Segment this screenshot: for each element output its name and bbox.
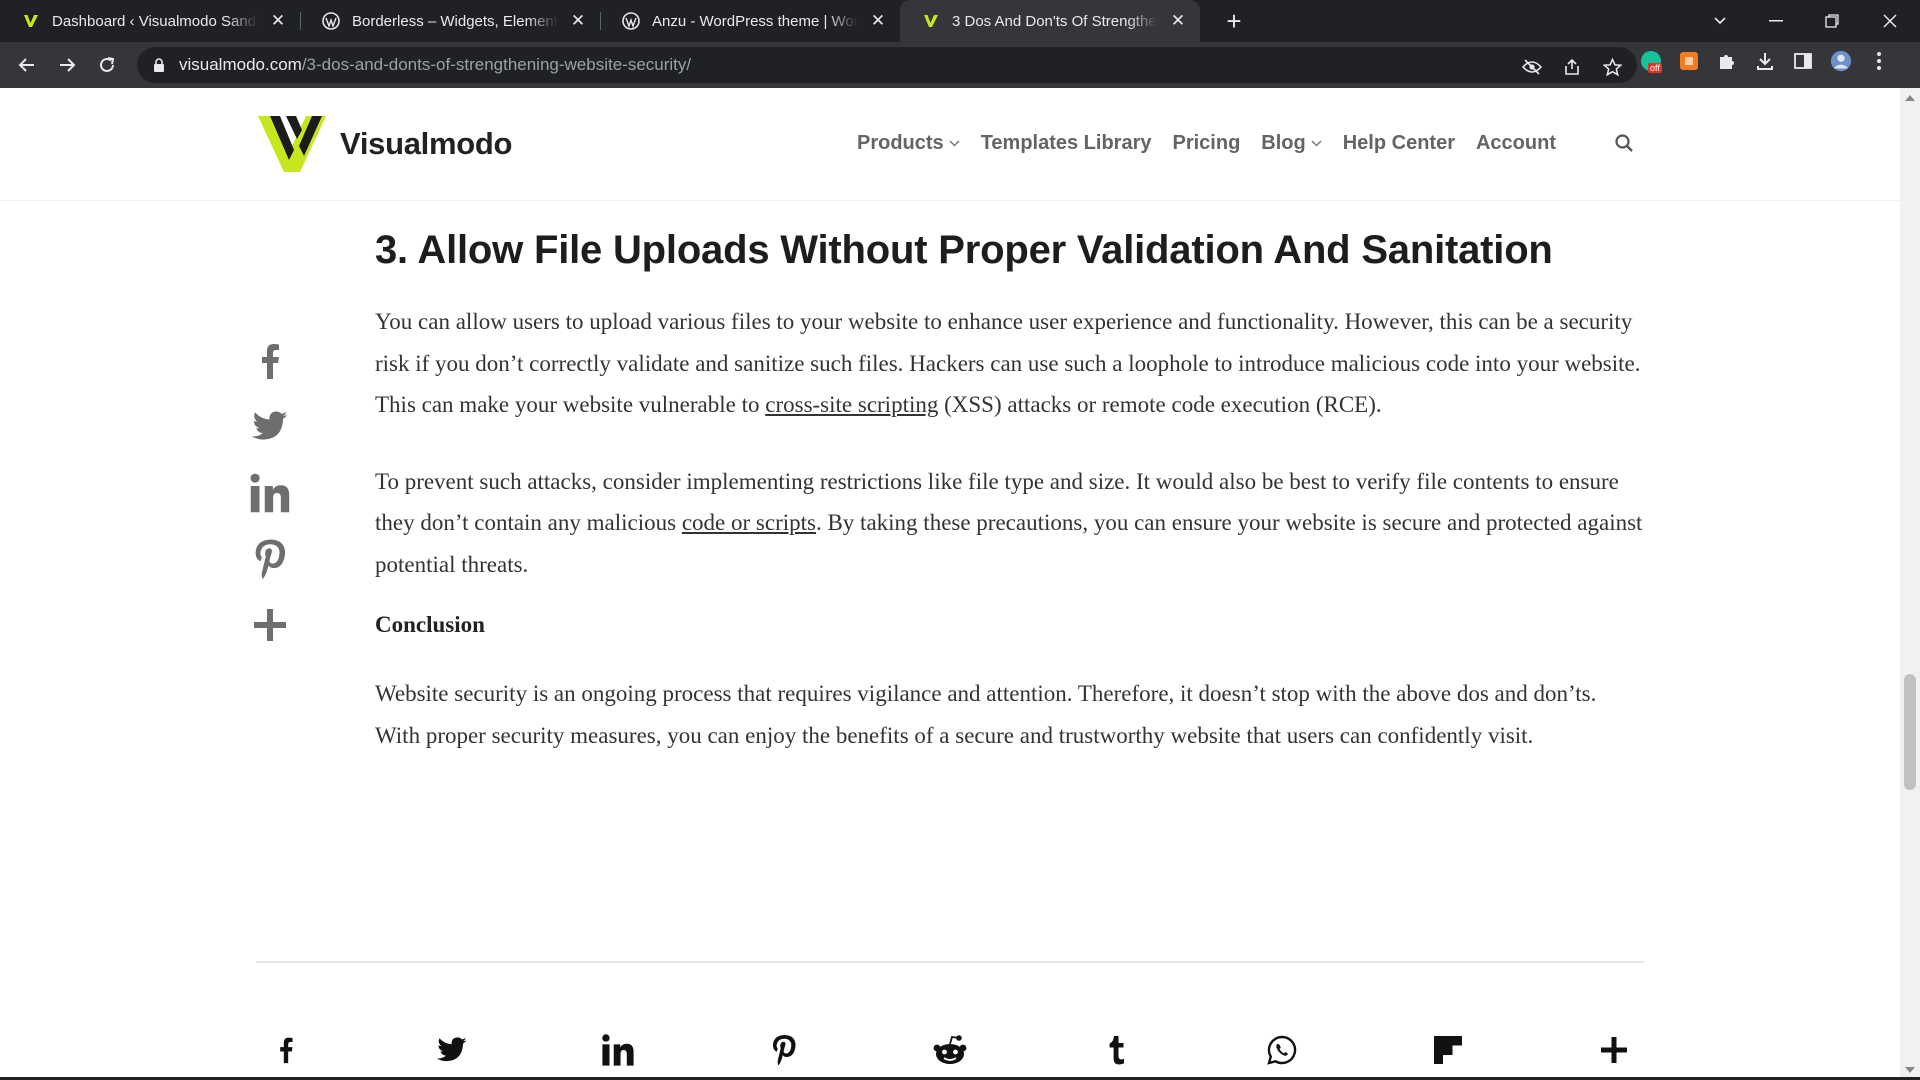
twitter-icon[interactable] [248, 394, 292, 460]
tab-title: Borderless – Widgets, Elements, Template… [352, 12, 558, 30]
new-tab-button[interactable]: + [1219, 6, 1249, 36]
visualmodo-logo-icon [258, 116, 326, 172]
chevron-down-icon [1311, 140, 1322, 147]
scroll-down-arrow[interactable] [1905, 1067, 1915, 1073]
paragraph-conclusion: Website security is an ongoing process t… [375, 681, 1597, 748]
browser-tab-strip: Dashboard ‹ Visualmodo Sandbox ✕ Borderl… [0, 0, 1920, 42]
share-sidebar [248, 328, 292, 658]
nav-blog[interactable]: Blog [1261, 132, 1322, 155]
plus-icon[interactable] [248, 592, 292, 658]
extension-badge: off [1648, 63, 1662, 73]
close-tab-icon[interactable]: ✕ [568, 11, 588, 31]
close-tab-icon[interactable]: ✕ [1168, 11, 1188, 31]
facebook-icon[interactable] [256, 1028, 316, 1072]
close-tab-icon[interactable]: ✕ [268, 11, 288, 31]
scroll-up-arrow[interactable] [1905, 95, 1915, 101]
url-host: visualmodo.com [179, 55, 302, 74]
extensions-area: off [1640, 50, 1890, 73]
pinterest-icon[interactable] [754, 1028, 814, 1072]
extensions-puzzle-icon[interactable] [1716, 50, 1738, 72]
content-divider [256, 961, 1644, 963]
profile-avatar-icon[interactable] [1830, 50, 1852, 72]
link-cross-site-scripting[interactable]: cross-site scripting [765, 392, 938, 417]
minimize-icon[interactable] [1756, 0, 1796, 42]
pinterest-icon[interactable] [248, 526, 292, 592]
side-panel-icon[interactable] [1792, 50, 1814, 72]
conclusion-heading: Conclusion [375, 612, 485, 637]
forward-icon[interactable] [52, 50, 82, 80]
plus-icon[interactable] [1584, 1028, 1644, 1072]
nav-account[interactable]: Account [1476, 132, 1556, 155]
main-navigation: Products Templates Library Pricing Blog … [857, 132, 1556, 155]
lock-icon[interactable] [153, 58, 165, 72]
linkedin-icon[interactable] [248, 460, 292, 526]
download-icon[interactable] [1754, 50, 1776, 72]
address-bar[interactable]: visualmodo.com /3-dos-and-donts-of-stren… [137, 47, 1637, 83]
share-bar-bottom [256, 1028, 1644, 1072]
paragraph-uploads: You can allow users to upload various fi… [375, 301, 1645, 426]
visualmodo-icon [22, 12, 40, 30]
site-logo[interactable]: Visualmodo [256, 112, 512, 176]
search-icon[interactable] [1614, 133, 1634, 158]
eye-off-icon[interactable] [1521, 56, 1543, 78]
facebook-icon[interactable] [248, 328, 292, 394]
browser-tab-2[interactable]: Borderless – Widgets, Elements, Template… [300, 0, 600, 42]
orange-extension-icon[interactable] [1678, 50, 1700, 72]
nav-label: Blog [1261, 132, 1306, 154]
whatsapp-icon[interactable] [1252, 1028, 1312, 1072]
restore-icon[interactable] [1812, 0, 1852, 42]
web-page: Visualmodo Products Templates Library Pr… [0, 88, 1920, 1080]
browser-tab-1[interactable]: Dashboard ‹ Visualmodo Sandbox ✕ [0, 0, 300, 42]
close-tab-icon[interactable]: ✕ [868, 11, 888, 31]
nav-products[interactable]: Products [857, 132, 960, 155]
tumblr-icon[interactable] [1086, 1028, 1146, 1072]
url-path: /3-dos-and-donts-of-strengthening-websit… [301, 55, 692, 74]
tab-title: Anzu - WordPress theme | WordPress.org [652, 12, 858, 30]
paragraph-prevention: To prevent such attacks, consider implem… [375, 461, 1645, 586]
site-header: Visualmodo Products Templates Library Pr… [0, 88, 1900, 201]
paragraph-text: (XSS) attacks or remote code execution (… [938, 392, 1382, 417]
tab-title: 3 Dos And Don'ts Of Strengthening Websit… [952, 12, 1158, 30]
scrollbar-thumb[interactable] [1904, 674, 1916, 790]
chevron-down-icon [949, 140, 960, 147]
flipboard-icon[interactable] [1418, 1028, 1478, 1072]
nav-templates-library[interactable]: Templates Library [981, 132, 1152, 155]
nav-pricing[interactable]: Pricing [1173, 132, 1241, 155]
visualmodo-icon [922, 12, 940, 30]
twitter-icon[interactable] [422, 1028, 482, 1072]
close-window-icon[interactable] [1870, 0, 1910, 42]
wordpress-icon [622, 12, 640, 30]
article-content: 3. Allow File Uploads Without Proper Val… [375, 228, 1645, 791]
browser-menu-icon[interactable] [1868, 50, 1890, 72]
reload-icon[interactable] [92, 50, 122, 80]
browser-toolbar: visualmodo.com /3-dos-and-donts-of-stren… [0, 42, 1920, 88]
section-heading: 3. Allow File Uploads Without Proper Val… [375, 228, 1553, 272]
wordpress-icon [322, 12, 340, 30]
bookmark-star-icon[interactable] [1601, 56, 1623, 78]
back-icon[interactable] [12, 50, 42, 80]
logo-text: Visualmodo [340, 126, 513, 161]
nav-label: Products [857, 132, 944, 154]
tab-title: Dashboard ‹ Visualmodo Sandbox [52, 12, 258, 30]
browser-tab-3[interactable]: Anzu - WordPress theme | WordPress.org ✕ [600, 0, 900, 42]
browser-tab-4[interactable]: 3 Dos And Don'ts Of Strengthening Websit… [900, 0, 1200, 42]
page-scrollbar[interactable] [1900, 88, 1920, 1080]
tab-search-icon[interactable] [1700, 0, 1740, 42]
grammarly-extension-icon[interactable]: off [1640, 50, 1662, 73]
linkedin-icon[interactable] [588, 1028, 648, 1072]
nav-help-center[interactable]: Help Center [1343, 132, 1455, 155]
share-icon[interactable] [1561, 56, 1583, 78]
reddit-icon[interactable] [920, 1028, 980, 1072]
link-code-or-scripts[interactable]: code or scripts [682, 510, 816, 535]
